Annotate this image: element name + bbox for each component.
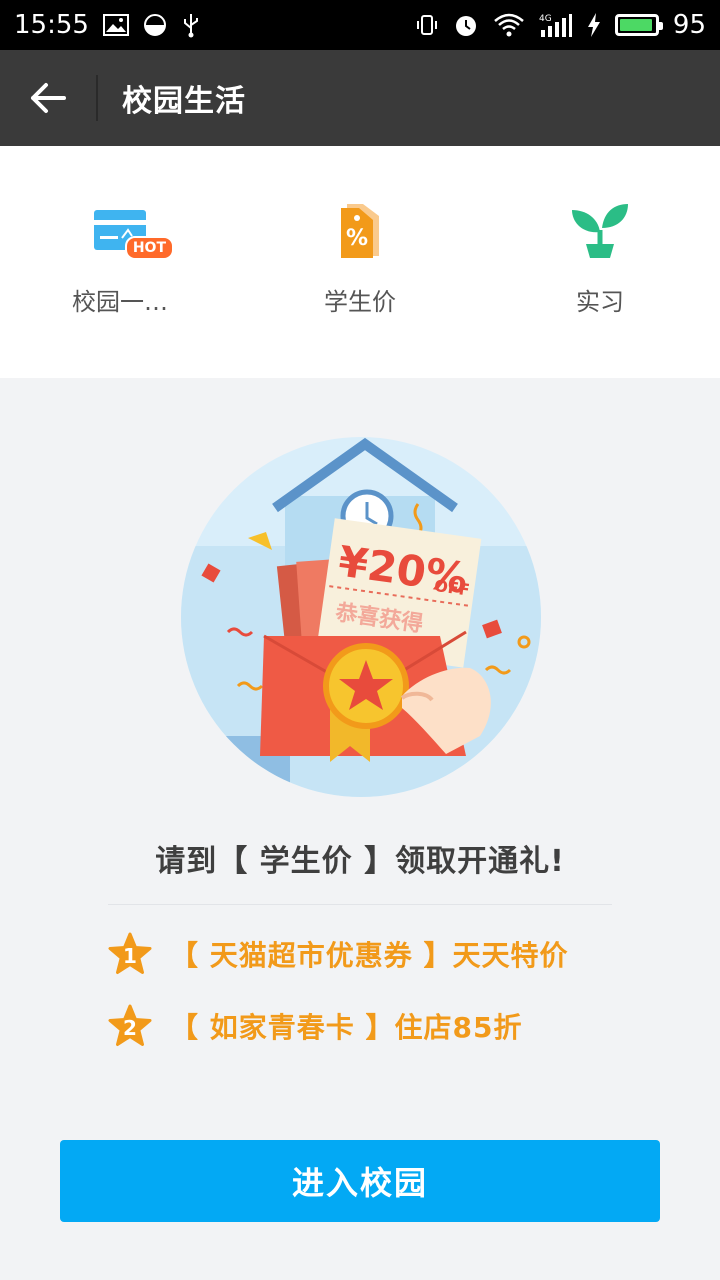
wifi-icon [493,13,525,37]
nav-divider [96,75,98,121]
quick-item-label: 学生价 [324,288,396,316]
benefit-item: 2 【 如家青春卡 】住店85折 [108,1004,522,1048]
alarm-icon [453,12,479,38]
page-title: 校园生活 [122,84,246,119]
vibrate-icon [415,13,439,37]
benefit-number: 1 [123,944,137,968]
enter-campus-button[interactable]: 进入校园 [60,1140,660,1222]
status-bar: 15:55 4G 95 [0,0,720,50]
battery-percent: 95 [672,10,706,40]
quick-menu: HOT 校园一… % 学生价 实习 [0,146,720,378]
hot-badge: HOT [124,236,174,260]
sprout-icon [564,194,636,266]
signal-icon: 4G [539,12,573,38]
quick-item-label: 实习 [576,288,624,316]
quick-item-student-price[interactable]: % 学生价 [240,146,480,378]
status-time: 15:55 [14,10,89,40]
headline: 请到【 学生价 】领取开通礼! [155,844,565,879]
benefit-text: 【 天猫超市优惠券 】天天特价 [170,939,569,972]
hero-illustration: ¥20% OFF 恭喜获得 [180,436,542,798]
quick-item-label: 校园一… [72,288,168,316]
svg-text:4G: 4G [539,14,552,24]
svg-text:%: % [346,226,368,251]
arrow-left-icon [31,83,66,113]
usb-icon [181,12,201,38]
divider [108,904,612,905]
nav-bar: 校园生活 [0,50,720,146]
benefit-item: 1 【 天猫超市优惠券 】天天特价 [108,932,569,976]
benefit-number: 2 [123,1016,137,1040]
star-number-icon: 2 [108,1004,152,1048]
image-icon [102,14,129,36]
discount-tag-icon: % [324,194,396,266]
benefit-text: 【 如家青春卡 】住店85折 [170,1011,523,1044]
sync-icon [143,13,167,37]
star-number-icon: 1 [108,932,152,976]
back-button[interactable] [0,50,96,146]
quick-item-campus-card[interactable]: HOT 校园一… [0,146,240,378]
quick-item-internship[interactable]: 实习 [480,146,720,378]
battery-icon [614,14,663,36]
charging-icon [587,13,601,37]
campus-card-icon: HOT [84,194,174,266]
